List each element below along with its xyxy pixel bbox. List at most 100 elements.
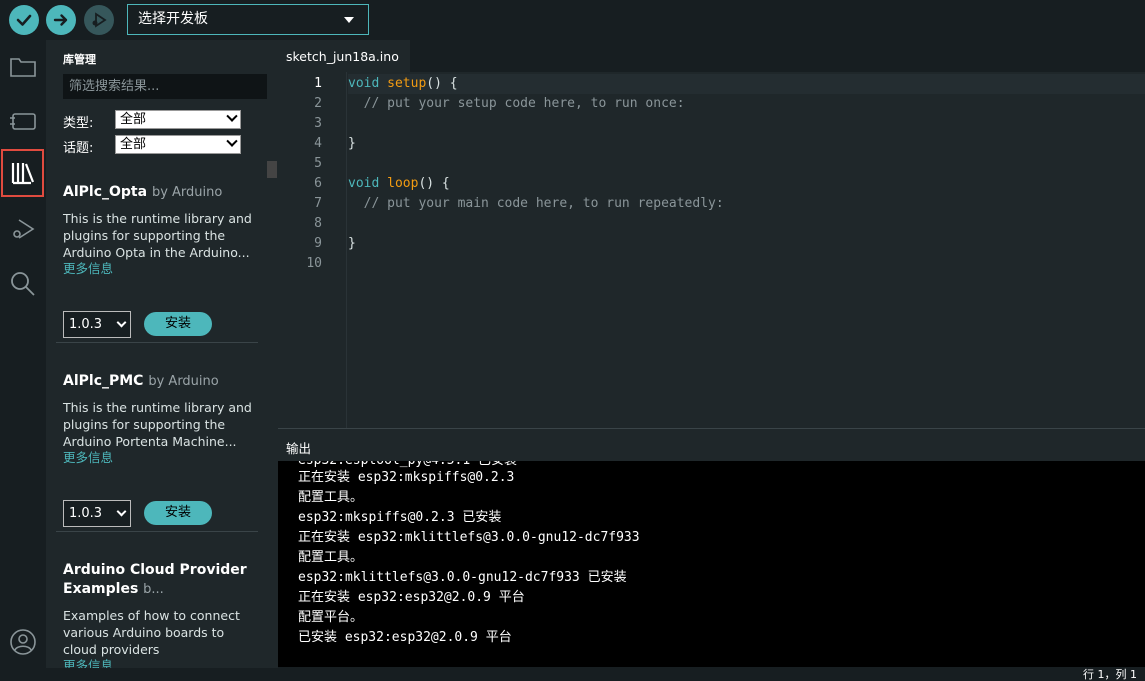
code-line[interactable]: // put your main code here, to run repea… (348, 194, 724, 214)
debug-icon (13, 219, 35, 239)
library-icon (11, 163, 34, 185)
library-item: Arduino Cloud Provider Examples b... Exa… (63, 561, 258, 668)
search-input[interactable]: 筛选搜索结果... (63, 74, 267, 99)
output-line: 已安装 esp32:esp32@2.0.9 平台 (298, 630, 512, 645)
arrow-right-icon (53, 14, 68, 26)
version-select[interactable]: 1.0.3 (63, 500, 131, 527)
line-number: 5 (314, 156, 322, 171)
library-author: by Arduino (151, 185, 223, 200)
debug-icon (92, 12, 107, 28)
topic-select-value: 全部 (120, 137, 147, 152)
output-line: esp32:mkspiffs@0.2.3 已安装 (298, 510, 502, 525)
code-line[interactable]: } (348, 134, 356, 154)
version-select[interactable]: 1.0.3 (63, 311, 131, 338)
current-line-highlight (348, 74, 1145, 94)
code-token: () { (426, 76, 458, 91)
library-name: AlPlc_PMC (63, 373, 144, 389)
output-line: 正在安装 esp32:esp32@2.0.9 平台 (298, 590, 525, 605)
gutter-divider (346, 72, 347, 428)
library-author: by Arduino (148, 374, 219, 389)
line-number: 8 (314, 216, 322, 231)
topic-label: 话题: (63, 141, 94, 156)
divider (56, 342, 258, 343)
install-button[interactable]: 安装 (144, 501, 212, 525)
code-line[interactable]: // put your setup code here, to run once… (348, 94, 685, 114)
output-console: esp32:esptool_py@4.5.1 已安装 正在安装 esp32:mk… (278, 461, 1145, 667)
verify-button[interactable] (9, 5, 39, 35)
panel-title: 库管理 (63, 53, 96, 66)
toolbar: 选择开发板 (0, 0, 1145, 40)
output-line: 正在安装 esp32:mkspiffs@0.2.3 (298, 470, 515, 485)
folder-icon (10, 58, 36, 77)
library-name-row: AlPlc_Opta by Arduino (63, 183, 258, 202)
code-token: } (348, 136, 356, 151)
output-line: 配置工具。 (298, 550, 364, 565)
search-button[interactable] (0, 259, 46, 307)
divider (56, 531, 258, 532)
tab-sketch[interactable]: sketch_jun18a.ino (278, 40, 410, 72)
library-manager-panel: 库管理 筛选搜索结果... 类型: 全部 话题: 全部 AlPlc_Opta b… (46, 40, 278, 668)
chevron-down-icon (226, 135, 238, 147)
scrollbar-thumb[interactable] (267, 161, 277, 178)
version-value: 1.0.3 (69, 317, 103, 332)
more-info-link[interactable]: 更多信息 (63, 450, 258, 466)
cursor-position: 行 1，列 1 (1083, 668, 1137, 681)
debug-panel-button[interactable] (0, 205, 46, 253)
output-line: esp32:mklittlefs@3.0.0-gnu12-dc7f933 已安装 (298, 570, 627, 585)
code-line[interactable]: } (348, 234, 356, 254)
editor-area: sketch_jun18a.ino 1 2 3 4 5 6 7 8 9 10 v… (278, 40, 1145, 428)
code-token: void (348, 176, 380, 191)
code-token: () { (418, 176, 450, 191)
output-line: 配置工具。 (298, 490, 364, 505)
check-icon (16, 14, 32, 26)
output-header: 输出 (278, 428, 1145, 461)
line-number: 4 (314, 136, 322, 151)
code-token: } (348, 236, 356, 251)
line-number: 2 (314, 96, 322, 111)
chevron-down-icon (116, 506, 127, 517)
library-description: Examples of how to connect various Ardui… (63, 608, 240, 657)
line-number: 3 (314, 116, 322, 131)
search-icon (11, 272, 35, 296)
chevron-down-icon (116, 317, 127, 328)
type-label: 类型: (63, 116, 94, 131)
account-icon (10, 629, 36, 655)
type-select-value: 全部 (120, 112, 147, 127)
more-info-link[interactable]: 更多信息 (63, 261, 258, 277)
output-line: 配置平台。 (298, 610, 364, 625)
code-line[interactable]: void setup() { (348, 74, 458, 94)
code-line[interactable]: void loop() { (348, 174, 450, 194)
more-info-link[interactable]: 更多信息 (63, 658, 258, 668)
code-token: loop (387, 176, 419, 191)
library-item: AlPlc_PMC by Arduino This is the runtime… (63, 372, 258, 527)
sketchbook-button[interactable] (0, 43, 46, 91)
board-icon (10, 113, 36, 130)
line-number: 10 (306, 256, 322, 271)
library-item: AlPlc_Opta by Arduino This is the runtim… (63, 183, 258, 338)
line-number-gutter: 1 2 3 4 5 6 7 8 9 10 (278, 72, 346, 428)
code-token: // put your setup code here, to run once… (348, 96, 685, 111)
version-value: 1.0.3 (69, 506, 103, 521)
line-number: 9 (314, 236, 322, 251)
chevron-down-icon (226, 110, 238, 122)
library-description: This is the runtime library and plugins … (63, 211, 252, 260)
board-select[interactable]: 选择开发板 (127, 4, 369, 35)
code-token: // put your main code here, to run repea… (348, 196, 724, 211)
upload-button[interactable] (46, 5, 76, 35)
debug-button[interactable] (84, 5, 114, 35)
library-name: AlPlc_Opta (63, 184, 148, 200)
account-button[interactable] (0, 618, 46, 666)
topic-select[interactable]: 全部 (115, 135, 241, 154)
output-line: 正在安装 esp32:mklittlefs@3.0.0-gnu12-dc7f93… (298, 530, 640, 545)
boards-manager-button[interactable] (0, 97, 46, 145)
library-author: b... (143, 582, 164, 597)
library-manager-button[interactable] (1, 149, 44, 197)
line-number: 1 (314, 76, 322, 91)
board-select-label: 选择开发板 (138, 11, 208, 27)
code-token: void (348, 76, 380, 91)
library-name-row: AlPlc_PMC by Arduino (63, 372, 258, 391)
install-button[interactable]: 安装 (144, 312, 212, 336)
type-select[interactable]: 全部 (115, 110, 241, 129)
